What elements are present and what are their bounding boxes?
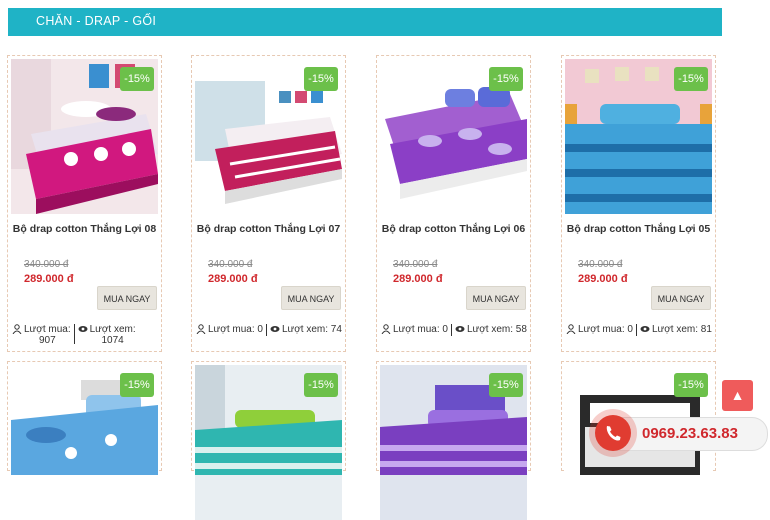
discount-badge: -15% <box>489 67 523 91</box>
old-price: 340.000 đ <box>24 259 69 270</box>
views-label: Lượt xem: <box>466 324 513 335</box>
product-card[interactable]: -15% Bộ drap cotton Thắng Lợi 07 340.000… <box>191 55 346 352</box>
discount-badge: -15% <box>674 67 708 91</box>
eye-icon <box>640 326 650 332</box>
product-stats: Lượt mua: 0 Lượt xem: 58 <box>381 324 528 336</box>
product-image[interactable]: -15% <box>11 59 158 214</box>
buy-now-button[interactable]: MUA NGAY <box>466 286 526 310</box>
views-label: Lượt xem: <box>651 324 698 335</box>
product-title[interactable]: Bộ drap cotton Thắng Lợi 05 <box>562 223 715 235</box>
buys-label: Lượt mua: <box>578 324 625 335</box>
views-count: 74 <box>330 324 342 335</box>
product-image[interactable]: -15% <box>380 365 527 520</box>
user-icon <box>12 324 22 334</box>
user-icon <box>566 324 576 334</box>
views-count: 81 <box>700 324 712 335</box>
product-card[interactable]: -15% Bộ drap cotton Thắng Lợi 05 340.000… <box>561 55 716 352</box>
product-card[interactable]: -15% Bộ drap cotton Thắng Lợi 08 340.000… <box>7 55 162 352</box>
divider <box>450 324 452 336</box>
views-count: 1074 <box>101 335 124 346</box>
buys-count: 907 <box>38 335 56 346</box>
product-title[interactable]: Bộ drap cotton Thắng Lợi 06 <box>377 223 530 235</box>
eye-icon <box>270 326 280 332</box>
product-stats: Lượt mua: 0 Lượt xem: 74 <box>196 324 343 336</box>
product-image[interactable]: -15% <box>380 59 527 214</box>
sale-price: 289.000 đ <box>208 273 258 285</box>
product-image[interactable]: -15% <box>11 365 158 520</box>
buys-count: 0 <box>627 324 633 335</box>
product-card[interactable]: -15% <box>7 361 162 520</box>
hotline-number[interactable]: 0969.23.63.83 <box>642 425 738 442</box>
product-card[interactable]: -15% Bộ drap cotton Thắng Lợi 06 340.000… <box>376 55 531 352</box>
scroll-to-top-button[interactable]: ▲ <box>722 380 753 411</box>
eye-icon <box>78 326 88 332</box>
buys-label: Lượt mua: <box>208 324 255 335</box>
product-image[interactable]: -15% <box>195 365 342 520</box>
discount-badge: -15% <box>304 373 338 397</box>
product-title[interactable]: Bộ drap cotton Thắng Lợi 07 <box>192 223 345 235</box>
views-label: Lượt xem: <box>281 324 328 335</box>
sale-price: 289.000 đ <box>24 273 74 285</box>
product-image[interactable]: -15% <box>565 59 712 214</box>
product-card[interactable]: -15% <box>191 361 346 520</box>
category-header: CHĂN - DRAP - GỐI <box>8 8 722 36</box>
product-title[interactable]: Bộ drap cotton Thắng Lợi 08 <box>8 223 161 235</box>
product-card[interactable]: -15% <box>376 361 531 520</box>
product-stats: Lượt mua: 0 Lượt xem: 81 <box>566 324 713 336</box>
buy-now-button[interactable]: MUA NGAY <box>651 286 711 310</box>
discount-badge: -15% <box>489 373 523 397</box>
buys-label: Lượt mua: <box>24 324 71 335</box>
discount-badge: -15% <box>120 67 154 91</box>
user-icon <box>196 324 206 334</box>
product-stats: Lượt mua: 907 Lượt xem: 1074 <box>12 324 159 346</box>
buys-count: 0 <box>257 324 263 335</box>
discount-badge: -15% <box>304 67 338 91</box>
old-price: 340.000 đ <box>393 259 438 270</box>
buys-label: Lượt mua: <box>393 324 440 335</box>
sale-price: 289.000 đ <box>393 273 443 285</box>
views-count: 58 <box>515 324 527 335</box>
phone-icon <box>595 415 631 451</box>
old-price: 340.000 đ <box>208 259 253 270</box>
product-image[interactable]: -15% <box>195 59 342 214</box>
category-title: CHĂN - DRAP - GỐI <box>36 14 157 28</box>
divider <box>635 324 637 336</box>
old-price: 340.000 đ <box>578 259 623 270</box>
arrow-up-icon: ▲ <box>730 387 745 403</box>
discount-badge: -15% <box>674 373 708 397</box>
views-label: Lượt xem: <box>89 324 136 335</box>
divider <box>73 324 75 344</box>
eye-icon <box>455 326 465 332</box>
sale-price: 289.000 đ <box>578 273 628 285</box>
user-icon <box>381 324 391 334</box>
hotline-button[interactable]: 0969.23.63.83 <box>595 415 768 451</box>
buy-now-button[interactable]: MUA NGAY <box>97 286 157 310</box>
product-card[interactable]: -15% <box>561 361 716 520</box>
buy-now-button[interactable]: MUA NGAY <box>281 286 341 310</box>
discount-badge: -15% <box>120 373 154 397</box>
buys-count: 0 <box>442 324 448 335</box>
divider <box>265 324 267 336</box>
